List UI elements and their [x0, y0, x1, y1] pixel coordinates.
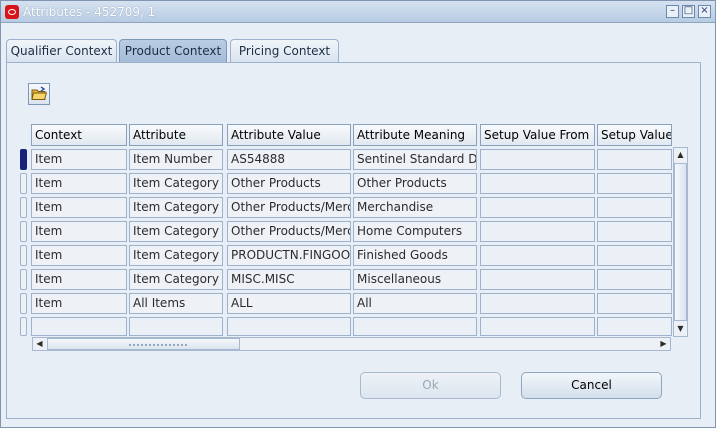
table-cell[interactable]: Merchandise [353, 197, 477, 218]
table-cell[interactable]: MISC.MISC [227, 269, 351, 290]
table-cell[interactable] [480, 293, 595, 314]
table-cell[interactable]: Item Number [129, 149, 223, 170]
scroll-down-icon[interactable]: ▼ [674, 322, 687, 336]
tab-pricing-context[interactable]: Pricing Context [230, 39, 339, 63]
table-cell[interactable] [597, 221, 672, 242]
cancel-button[interactable]: Cancel [521, 372, 662, 399]
scroll-right-icon[interactable]: ▶ [657, 337, 670, 351]
row-indicator[interactable] [20, 245, 27, 266]
tab-product-context[interactable]: Product Context [119, 39, 227, 64]
table-cell[interactable] [480, 245, 595, 266]
folder-open-icon [31, 86, 48, 100]
table-cell[interactable]: Home Computers [353, 221, 477, 242]
table-cell[interactable]: Item [31, 149, 127, 170]
table-cell[interactable] [597, 197, 672, 218]
table-cell[interactable] [480, 317, 595, 336]
horizontal-scrollbar[interactable]: ◀ ▶ [32, 337, 671, 351]
table-cell[interactable] [31, 317, 127, 336]
table-cell[interactable]: All [353, 293, 477, 314]
vertical-scroll-thumb[interactable] [674, 163, 687, 321]
table-cell[interactable]: ALL [227, 293, 351, 314]
attributes-window: Attributes - 452709, 1 – □ × Qualifier C… [0, 0, 716, 428]
row-indicator[interactable] [20, 197, 27, 218]
scroll-up-icon[interactable]: ▲ [674, 148, 687, 162]
column-header-attribute-meaning[interactable]: Attribute Meaning [353, 124, 477, 146]
window-title: Attributes - 452709, 1 [23, 5, 156, 19]
table-cell[interactable] [129, 317, 223, 336]
table-cell[interactable] [597, 149, 672, 170]
table-cell[interactable]: Item [31, 269, 127, 290]
column-header-attribute[interactable]: Attribute [129, 124, 223, 146]
table-cell[interactable]: Item Category [129, 269, 223, 290]
column-header-setup-value-from[interactable]: Setup Value From [480, 124, 595, 146]
tab-qualifier-context[interactable]: Qualifier Context [6, 39, 117, 63]
table-cell[interactable]: Item [31, 245, 127, 266]
table-cell[interactable] [480, 149, 595, 170]
maximize-icon[interactable]: □ [682, 5, 695, 18]
table-cell[interactable]: AS54888 [227, 149, 351, 170]
table-cell[interactable]: All Items [129, 293, 223, 314]
table-cell[interactable]: Other Products/Merc [227, 221, 351, 242]
table-cell[interactable]: Item Category [129, 221, 223, 242]
table-cell[interactable]: Miscellaneous [353, 269, 477, 290]
folder-button[interactable] [28, 83, 50, 105]
table-cell[interactable]: Item [31, 197, 127, 218]
table-cell[interactable]: Item Category [129, 173, 223, 194]
vertical-scrollbar[interactable]: ▲ ▼ [673, 147, 688, 337]
table-cell[interactable] [597, 293, 672, 314]
table-cell[interactable] [480, 269, 595, 290]
table-cell[interactable] [480, 197, 595, 218]
table-cell[interactable] [597, 269, 672, 290]
table-cell[interactable]: Item [31, 293, 127, 314]
table-cell[interactable]: Item [31, 173, 127, 194]
table-cell[interactable] [597, 317, 672, 336]
table-cell[interactable]: Other Products/Merc [227, 197, 351, 218]
table-cell[interactable] [353, 317, 477, 336]
row-indicator[interactable] [20, 173, 27, 194]
row-indicator[interactable] [20, 293, 27, 314]
title-bar[interactable]: Attributes - 452709, 1 – □ × [1, 1, 715, 23]
table-cell[interactable]: Sentinel Standard De [353, 149, 477, 170]
minimize-icon[interactable]: – [666, 5, 679, 18]
scroll-grip-icon [128, 343, 188, 347]
row-indicator-current[interactable] [20, 149, 27, 170]
column-header-attribute-value[interactable]: Attribute Value [227, 124, 351, 146]
column-header-setup-value[interactable]: Setup Value [597, 124, 672, 146]
ok-button[interactable]: Ok [360, 372, 501, 399]
table-cell[interactable]: Other Products [353, 173, 477, 194]
horizontal-scroll-thumb[interactable] [47, 338, 240, 350]
table-cell[interactable] [227, 317, 351, 336]
close-icon[interactable]: × [698, 5, 711, 18]
table-cell[interactable]: Item [31, 221, 127, 242]
table-cell[interactable] [480, 221, 595, 242]
table-cell[interactable] [597, 245, 672, 266]
row-indicator[interactable] [20, 221, 27, 242]
column-header-context[interactable]: Context [31, 124, 127, 146]
row-indicator[interactable] [20, 317, 27, 336]
table-cell[interactable] [480, 173, 595, 194]
table-cell[interactable]: Finished Goods [353, 245, 477, 266]
table-cell[interactable]: Item Category [129, 245, 223, 266]
row-indicator[interactable] [20, 269, 27, 290]
table-cell[interactable]: PRODUCTN.FINGOO [227, 245, 351, 266]
table-cell[interactable]: Other Products [227, 173, 351, 194]
scroll-left-icon[interactable]: ◀ [33, 337, 46, 351]
table-cell[interactable] [597, 173, 672, 194]
table-cell[interactable]: Item Category [129, 197, 223, 218]
oracle-app-icon [5, 5, 19, 19]
